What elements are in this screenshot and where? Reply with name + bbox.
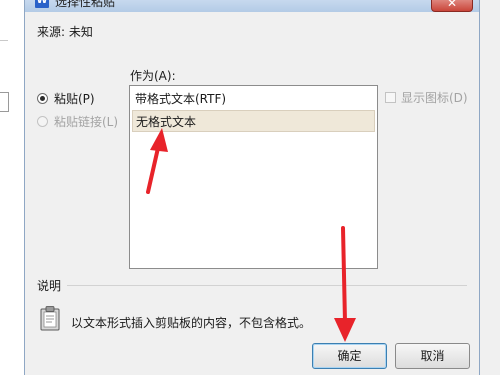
close-button[interactable]: ✕ <box>431 0 473 12</box>
format-listbox[interactable]: 带格式文本(RTF) 无格式文本 <box>129 85 378 269</box>
description-text: 以文本形式插入剪贴板的内容，不包含格式。 <box>71 316 312 330</box>
show-as-icon-option: 显示图标(D) <box>385 89 468 106</box>
list-item[interactable]: 带格式文本(RTF) <box>132 88 375 110</box>
as-label: 作为(A): <box>130 69 176 83</box>
background-document <box>0 0 25 375</box>
paste-link-radio-label: 粘贴链接(L) <box>54 115 119 129</box>
description-divider <box>67 285 467 286</box>
list-item-selected[interactable]: 无格式文本 <box>132 110 375 132</box>
ruler-tick <box>0 40 8 41</box>
ok-button[interactable]: 确定 <box>312 343 387 369</box>
background-field <box>0 92 9 112</box>
paste-link-radio <box>37 116 48 127</box>
description-label: 说明 <box>37 279 62 293</box>
show-as-icon-checkbox <box>385 92 396 103</box>
paste-link-radio-option: 粘贴链接(L) <box>37 113 118 130</box>
word-app-icon: W <box>35 0 49 8</box>
paste-special-dialog: W 选择性粘贴 ✕ 来源: 未知 作为(A): 粘贴(P) 粘贴链接(L) 带格… <box>24 0 480 375</box>
paste-radio[interactable] <box>37 93 48 104</box>
window-title: 选择性粘贴 <box>55 0 116 9</box>
clipboard-icon <box>40 306 60 331</box>
cancel-button[interactable]: 取消 <box>395 343 470 369</box>
paste-radio-option[interactable]: 粘贴(P) <box>37 90 95 107</box>
paste-radio-label: 粘贴(P) <box>54 92 95 106</box>
title-bar: W 选择性粘贴 ✕ <box>25 0 479 12</box>
source-label: 来源: 未知 <box>37 25 93 39</box>
show-as-icon-label: 显示图标(D) <box>401 91 468 105</box>
